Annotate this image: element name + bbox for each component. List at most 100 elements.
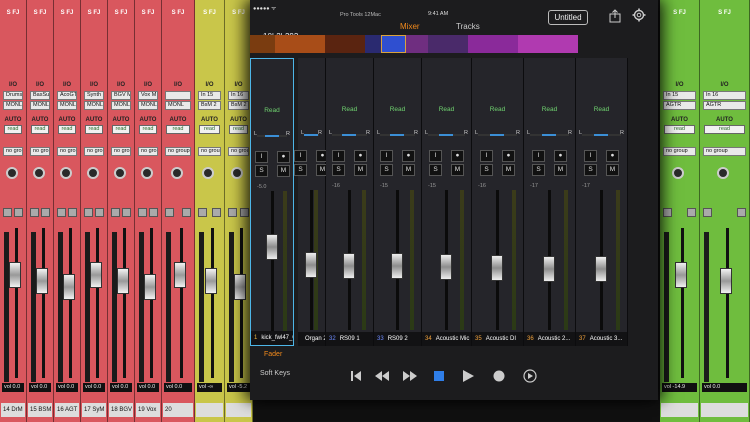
loop-playback-icon[interactable] [522,368,538,384]
group-selector[interactable]: no group [84,147,104,156]
fast-forward-icon[interactable] [402,368,418,384]
input-monitor-button[interactable]: I [332,150,345,162]
record-enable-button[interactable]: ● [606,150,619,162]
mute-button[interactable] [182,208,191,217]
return-to-zero-icon[interactable] [348,368,364,384]
input-selector[interactable]: AcoGTRM [57,91,77,100]
group-selector[interactable]: no group [663,147,696,156]
track-name-label[interactable]: 34 Acoustic Mic [422,332,471,346]
volume-fader[interactable] [234,274,246,300]
solo-button[interactable]: S [429,164,442,176]
automation-mode-button[interactable]: read [229,125,248,134]
volume-fader[interactable] [543,256,555,283]
input-selector[interactable]: In 15 [663,91,696,100]
mute-button[interactable]: M [451,164,464,176]
solo-button[interactable]: S [332,164,345,176]
volume-fader[interactable] [8,262,21,288]
input-selector[interactable]: BasSub [30,91,50,100]
pan-knob[interactable] [231,167,243,179]
automation-mode-button[interactable]: Read [524,98,575,122]
output-selector[interactable]: MONL [84,101,104,110]
output-selector[interactable]: AGTR [703,101,746,110]
channel-strip[interactable]: Read L R I ● S M -5.0 1kick_fwl47_01 [250,58,294,346]
automation-mode-button[interactable]: Read [422,98,471,122]
pan-knob[interactable] [32,167,45,179]
solo-button[interactable] [111,208,120,217]
overview-segment[interactable] [518,35,578,53]
pan-knob[interactable] [59,167,72,179]
mute-button[interactable] [149,208,158,217]
mute-button[interactable]: M [277,165,290,177]
track-name[interactable]: 15 BSM [28,403,52,417]
input-selector[interactable]: Drums M [3,91,23,100]
overview-segment[interactable] [275,35,325,53]
track-name-label[interactable]: Organ 2 [298,332,325,346]
volume-fader[interactable] [343,252,355,279]
track-name-label[interactable]: 36 Acoustic 2... [524,332,575,346]
channel-strip[interactable]: Read L R I ● S M -17 36 Acoustic 2... [524,58,576,346]
rewind-icon[interactable] [374,368,390,384]
volume-fader[interactable] [62,274,75,300]
track-name[interactable]: 18 BGV [109,403,133,417]
group-selector[interactable]: no group [198,147,221,156]
track-name-label[interactable]: 32 RS09 1 [326,332,373,346]
overview-segment[interactable] [406,35,428,53]
output-selector[interactable]: BsM 2 [228,101,249,110]
group-selector[interactable]: no group [111,147,131,156]
output-selector[interactable]: MONL [111,101,131,110]
output-selector[interactable]: MONL [138,101,158,110]
pan-knob[interactable] [170,167,183,179]
gear-icon[interactable] [632,8,646,22]
mute-button[interactable] [212,208,221,217]
record-enable-button[interactable]: ● [354,150,367,162]
input-selector[interactable]: Synth M [84,91,104,100]
input-selector[interactable]: In 16 [703,91,746,100]
solo-button[interactable] [57,208,66,217]
automation-mode-button[interactable]: Read [251,99,293,123]
mute-button[interactable] [68,208,77,217]
tab-tracks[interactable]: Tracks [456,22,480,31]
channel-strip[interactable]: Read L R I ● S M -15 34 Acoustic Mic [422,58,472,346]
automation-mode-button[interactable]: read [704,125,745,134]
automation-mode-button[interactable]: read [4,125,22,134]
automation-mode-button[interactable]: read [664,125,695,134]
output-selector[interactable]: MONL [30,101,50,110]
track-name[interactable]: 14 DrM [1,403,25,417]
input-monitor-button[interactable]: I [532,150,545,162]
track-name[interactable]: 20 [163,403,193,417]
automation-mode-button[interactable]: read [112,125,130,134]
input-monitor-button[interactable]: I [480,150,493,162]
solo-button[interactable] [84,208,93,217]
track-name[interactable] [701,403,748,417]
mute-button[interactable]: M [606,164,619,176]
track-name-label[interactable]: 35 Acoustic DI [472,332,523,346]
channel-strip[interactable]: Read L R I ● S M -16 32 RS09 1 [326,58,374,346]
input-selector[interactable]: BGV M [111,91,131,100]
solo-button[interactable]: S [584,164,597,176]
pan-knob[interactable] [202,167,214,179]
input-selector[interactable]: Vox M [138,91,158,100]
automation-mode-button[interactable]: read [166,125,190,134]
pan-knob[interactable] [86,167,99,179]
volume-fader[interactable] [35,268,48,294]
solo-button[interactable]: S [532,164,545,176]
output-selector[interactable]: AGTR [663,101,696,110]
track-name-label[interactable]: 1kick_fwl47_01 [251,331,293,345]
record-enable-button[interactable]: ● [554,150,567,162]
volume-fader[interactable] [595,256,607,283]
track-name-label[interactable]: 33 RS09 2 [374,332,421,346]
overview-segment[interactable] [325,35,365,53]
input-monitor-button[interactable]: I [255,151,268,163]
group-selector[interactable]: no group [138,147,158,156]
output-selector[interactable]: MONL [165,101,191,110]
record-enable-button[interactable]: ● [502,150,515,162]
solo-button[interactable] [3,208,12,217]
session-name-button[interactable]: Untitled [548,10,588,25]
volume-fader[interactable] [720,268,732,294]
soft-keys-label[interactable]: Soft Keys [260,370,290,377]
volume-fader[interactable] [143,274,156,300]
share-icon[interactable] [609,9,621,23]
volume-fader[interactable] [266,234,278,261]
volume-fader[interactable] [205,268,217,294]
track-name[interactable]: 16 AGT [55,403,79,417]
